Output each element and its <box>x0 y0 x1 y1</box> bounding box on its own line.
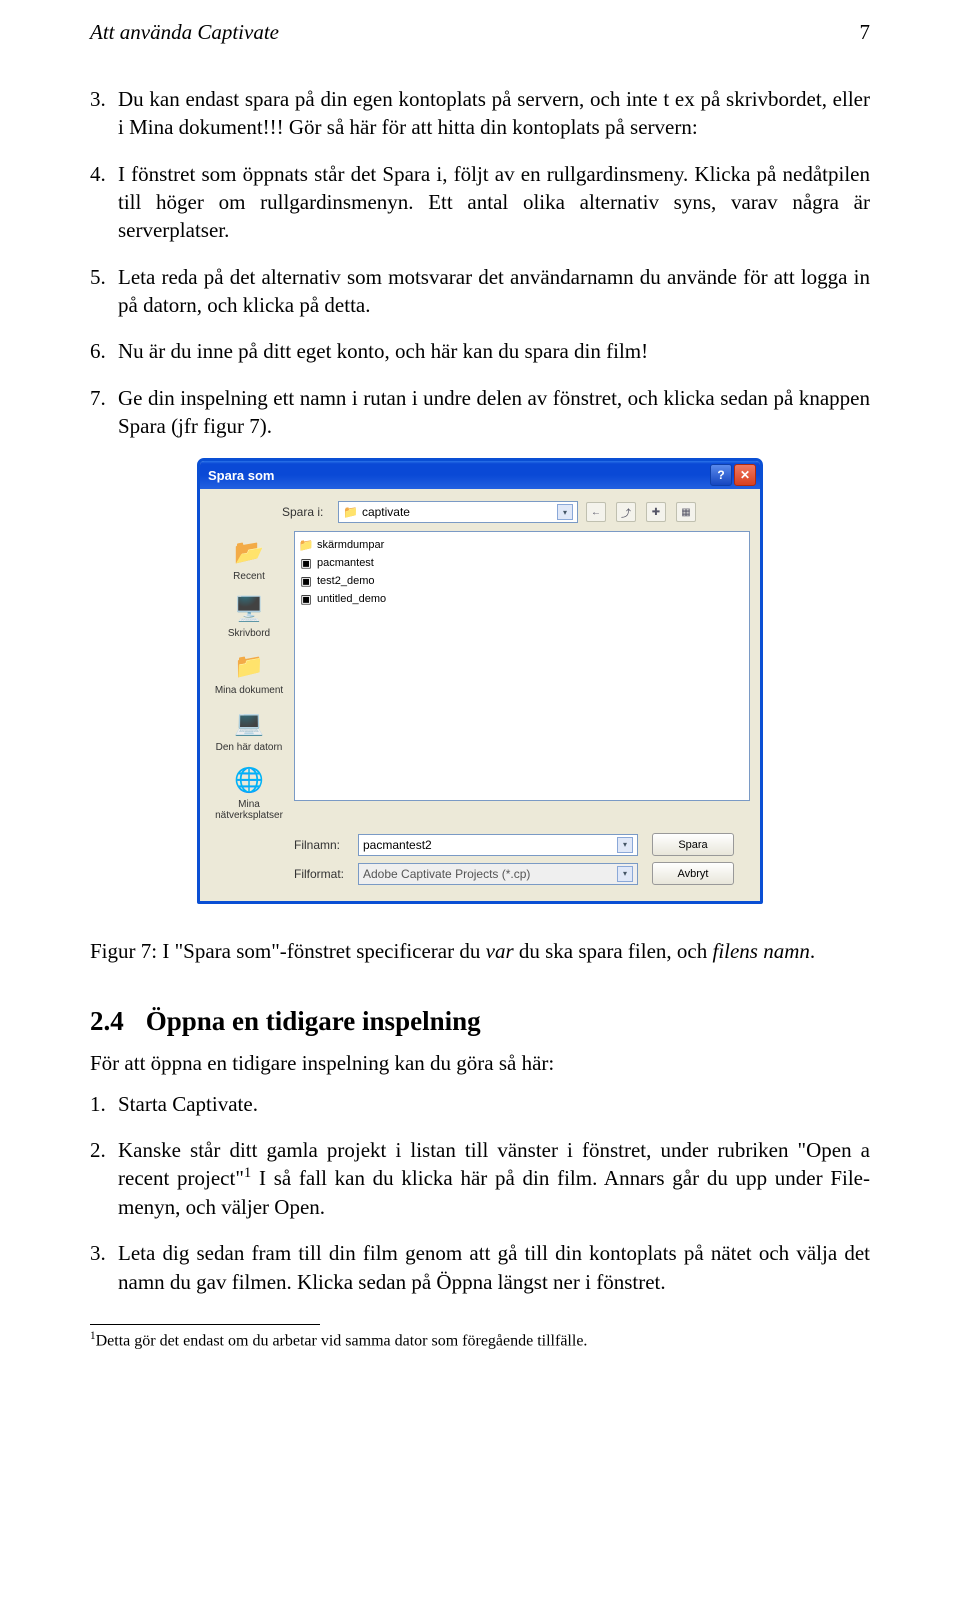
list-num: 5. <box>90 263 118 320</box>
section-number: 2.4 <box>90 1006 124 1036</box>
section-title: Öppna en tidigare inspelning <box>146 1006 481 1036</box>
section-intro: För att öppna en tidigare inspelning kan… <box>90 1051 870 1076</box>
list-num: 4. <box>90 160 118 245</box>
figure-caption: Figur 7: I "Spara som"-fönstret specific… <box>90 937 870 965</box>
look-in-label: Spara i: <box>282 505 330 519</box>
list-text: Kanske står ditt gamla projekt i listan … <box>118 1136 870 1221</box>
file-list[interactable]: 📁skärmdumpar ▣pacmantest ▣test2_demo ▣un… <box>294 531 750 801</box>
list-num: 3. <box>90 1239 118 1296</box>
list-text: Leta reda på det alternativ som motsvara… <box>118 263 870 320</box>
computer-icon: 💻 <box>232 706 266 740</box>
save-button[interactable]: Spara <box>652 833 734 856</box>
place-recent[interactable]: 📂Recent <box>210 531 288 588</box>
folder-icon: 📁 <box>299 538 313 552</box>
places-bar: 📂Recent 🖥️Skrivbord 📁Mina dokument 💻Den … <box>210 531 288 827</box>
file-icon: ▣ <box>299 574 313 588</box>
list-num: 3. <box>90 85 118 142</box>
place-documents[interactable]: 📁Mina dokument <box>210 645 288 702</box>
documents-icon: 📁 <box>232 649 266 683</box>
list-num: 7. <box>90 384 118 441</box>
dialog-body: Spara i: 📁 captivate ▾ ← ⤴ ✚ ▦ <box>200 489 760 901</box>
filetype-combo[interactable]: Adobe Captivate Projects (*.cp)▾ <box>358 863 638 885</box>
list-text: Leta dig sedan fram till din film genom … <box>118 1239 870 1296</box>
nav-toolbar: ← ⤴ ✚ ▦ <box>586 502 696 522</box>
file-item[interactable]: ▣untitled_demo <box>299 590 745 608</box>
figure-7: Spara som ? ✕ Spara i: 📁 captivate ▾ ← ⤴… <box>90 458 870 909</box>
look-in-row: Spara i: 📁 captivate ▾ ← ⤴ ✚ ▦ <box>282 501 750 523</box>
footnote-rule <box>90 1324 320 1325</box>
list-num: 2. <box>90 1136 118 1221</box>
list-text: Nu är du inne på ditt eget konto, och hä… <box>118 337 870 365</box>
file-item[interactable]: ▣pacmantest <box>299 554 745 572</box>
file-item-folder[interactable]: 📁skärmdumpar <box>299 536 745 554</box>
dialog-middle: 📂Recent 🖥️Skrivbord 📁Mina dokument 💻Den … <box>210 531 750 827</box>
look-in-combo[interactable]: 📁 captivate ▾ <box>338 501 578 523</box>
place-network[interactable]: 🌐Mina nätverksplatser <box>210 759 288 827</box>
cancel-button[interactable]: Avbryt <box>652 862 734 885</box>
list-text: Du kan endast spara på din egen kontopla… <box>118 85 870 142</box>
dialog-titlebar: Spara som ? ✕ <box>200 461 760 489</box>
section-list: 1.Starta Captivate. 2.Kanske står ditt g… <box>90 1090 870 1296</box>
desktop-icon: 🖥️ <box>232 592 266 626</box>
file-icon: ▣ <box>299 592 313 606</box>
list-num: 6. <box>90 337 118 365</box>
recent-icon: 📂 <box>232 535 266 569</box>
page-number: 7 <box>860 20 871 45</box>
new-folder-icon[interactable]: ✚ <box>646 502 666 522</box>
filename-input[interactable]: pacmantest2▾ <box>358 834 638 856</box>
list-text: Ge din inspelning ett namn i rutan i und… <box>118 384 870 441</box>
document-page: Att använda Captivate 7 3.Du kan endast … <box>0 0 960 1382</box>
bottom-rows: Filnamn: pacmantest2▾ Spara Filformat: A… <box>294 833 750 885</box>
chevron-down-icon[interactable]: ▾ <box>617 866 633 882</box>
view-icon[interactable]: ▦ <box>676 502 696 522</box>
network-icon: 🌐 <box>232 763 266 797</box>
header-title: Att använda Captivate <box>90 20 279 45</box>
instruction-list: 3.Du kan endast spara på din egen kontop… <box>90 85 870 440</box>
save-as-dialog: Spara som ? ✕ Spara i: 📁 captivate ▾ ← ⤴… <box>197 458 763 904</box>
page-header: Att använda Captivate 7 <box>90 20 870 45</box>
list-text: Starta Captivate. <box>118 1090 870 1118</box>
list-num: 1. <box>90 1090 118 1118</box>
dialog-title: Spara som <box>208 468 708 483</box>
chevron-down-icon[interactable]: ▾ <box>617 837 633 853</box>
list-text: I fönstret som öppnats står det Spara i,… <box>118 160 870 245</box>
back-icon[interactable]: ← <box>586 502 606 522</box>
help-button[interactable]: ? <box>710 464 732 486</box>
close-button[interactable]: ✕ <box>734 464 756 486</box>
file-icon: ▣ <box>299 556 313 570</box>
filename-label: Filnamn: <box>294 838 350 852</box>
chevron-down-icon[interactable]: ▾ <box>557 504 573 520</box>
place-desktop[interactable]: 🖥️Skrivbord <box>210 588 288 645</box>
filetype-label: Filformat: <box>294 867 350 881</box>
up-icon[interactable]: ⤴ <box>616 502 636 522</box>
section-heading: 2.4 Öppna en tidigare inspelning <box>90 1006 870 1037</box>
place-computer[interactable]: 💻Den här datorn <box>210 702 288 759</box>
look-in-value: captivate <box>362 505 410 519</box>
file-item[interactable]: ▣test2_demo <box>299 572 745 590</box>
folder-icon: 📁 <box>343 505 358 519</box>
footnote: 1Detta gör det endast om du arbetar vid … <box>90 1329 870 1352</box>
